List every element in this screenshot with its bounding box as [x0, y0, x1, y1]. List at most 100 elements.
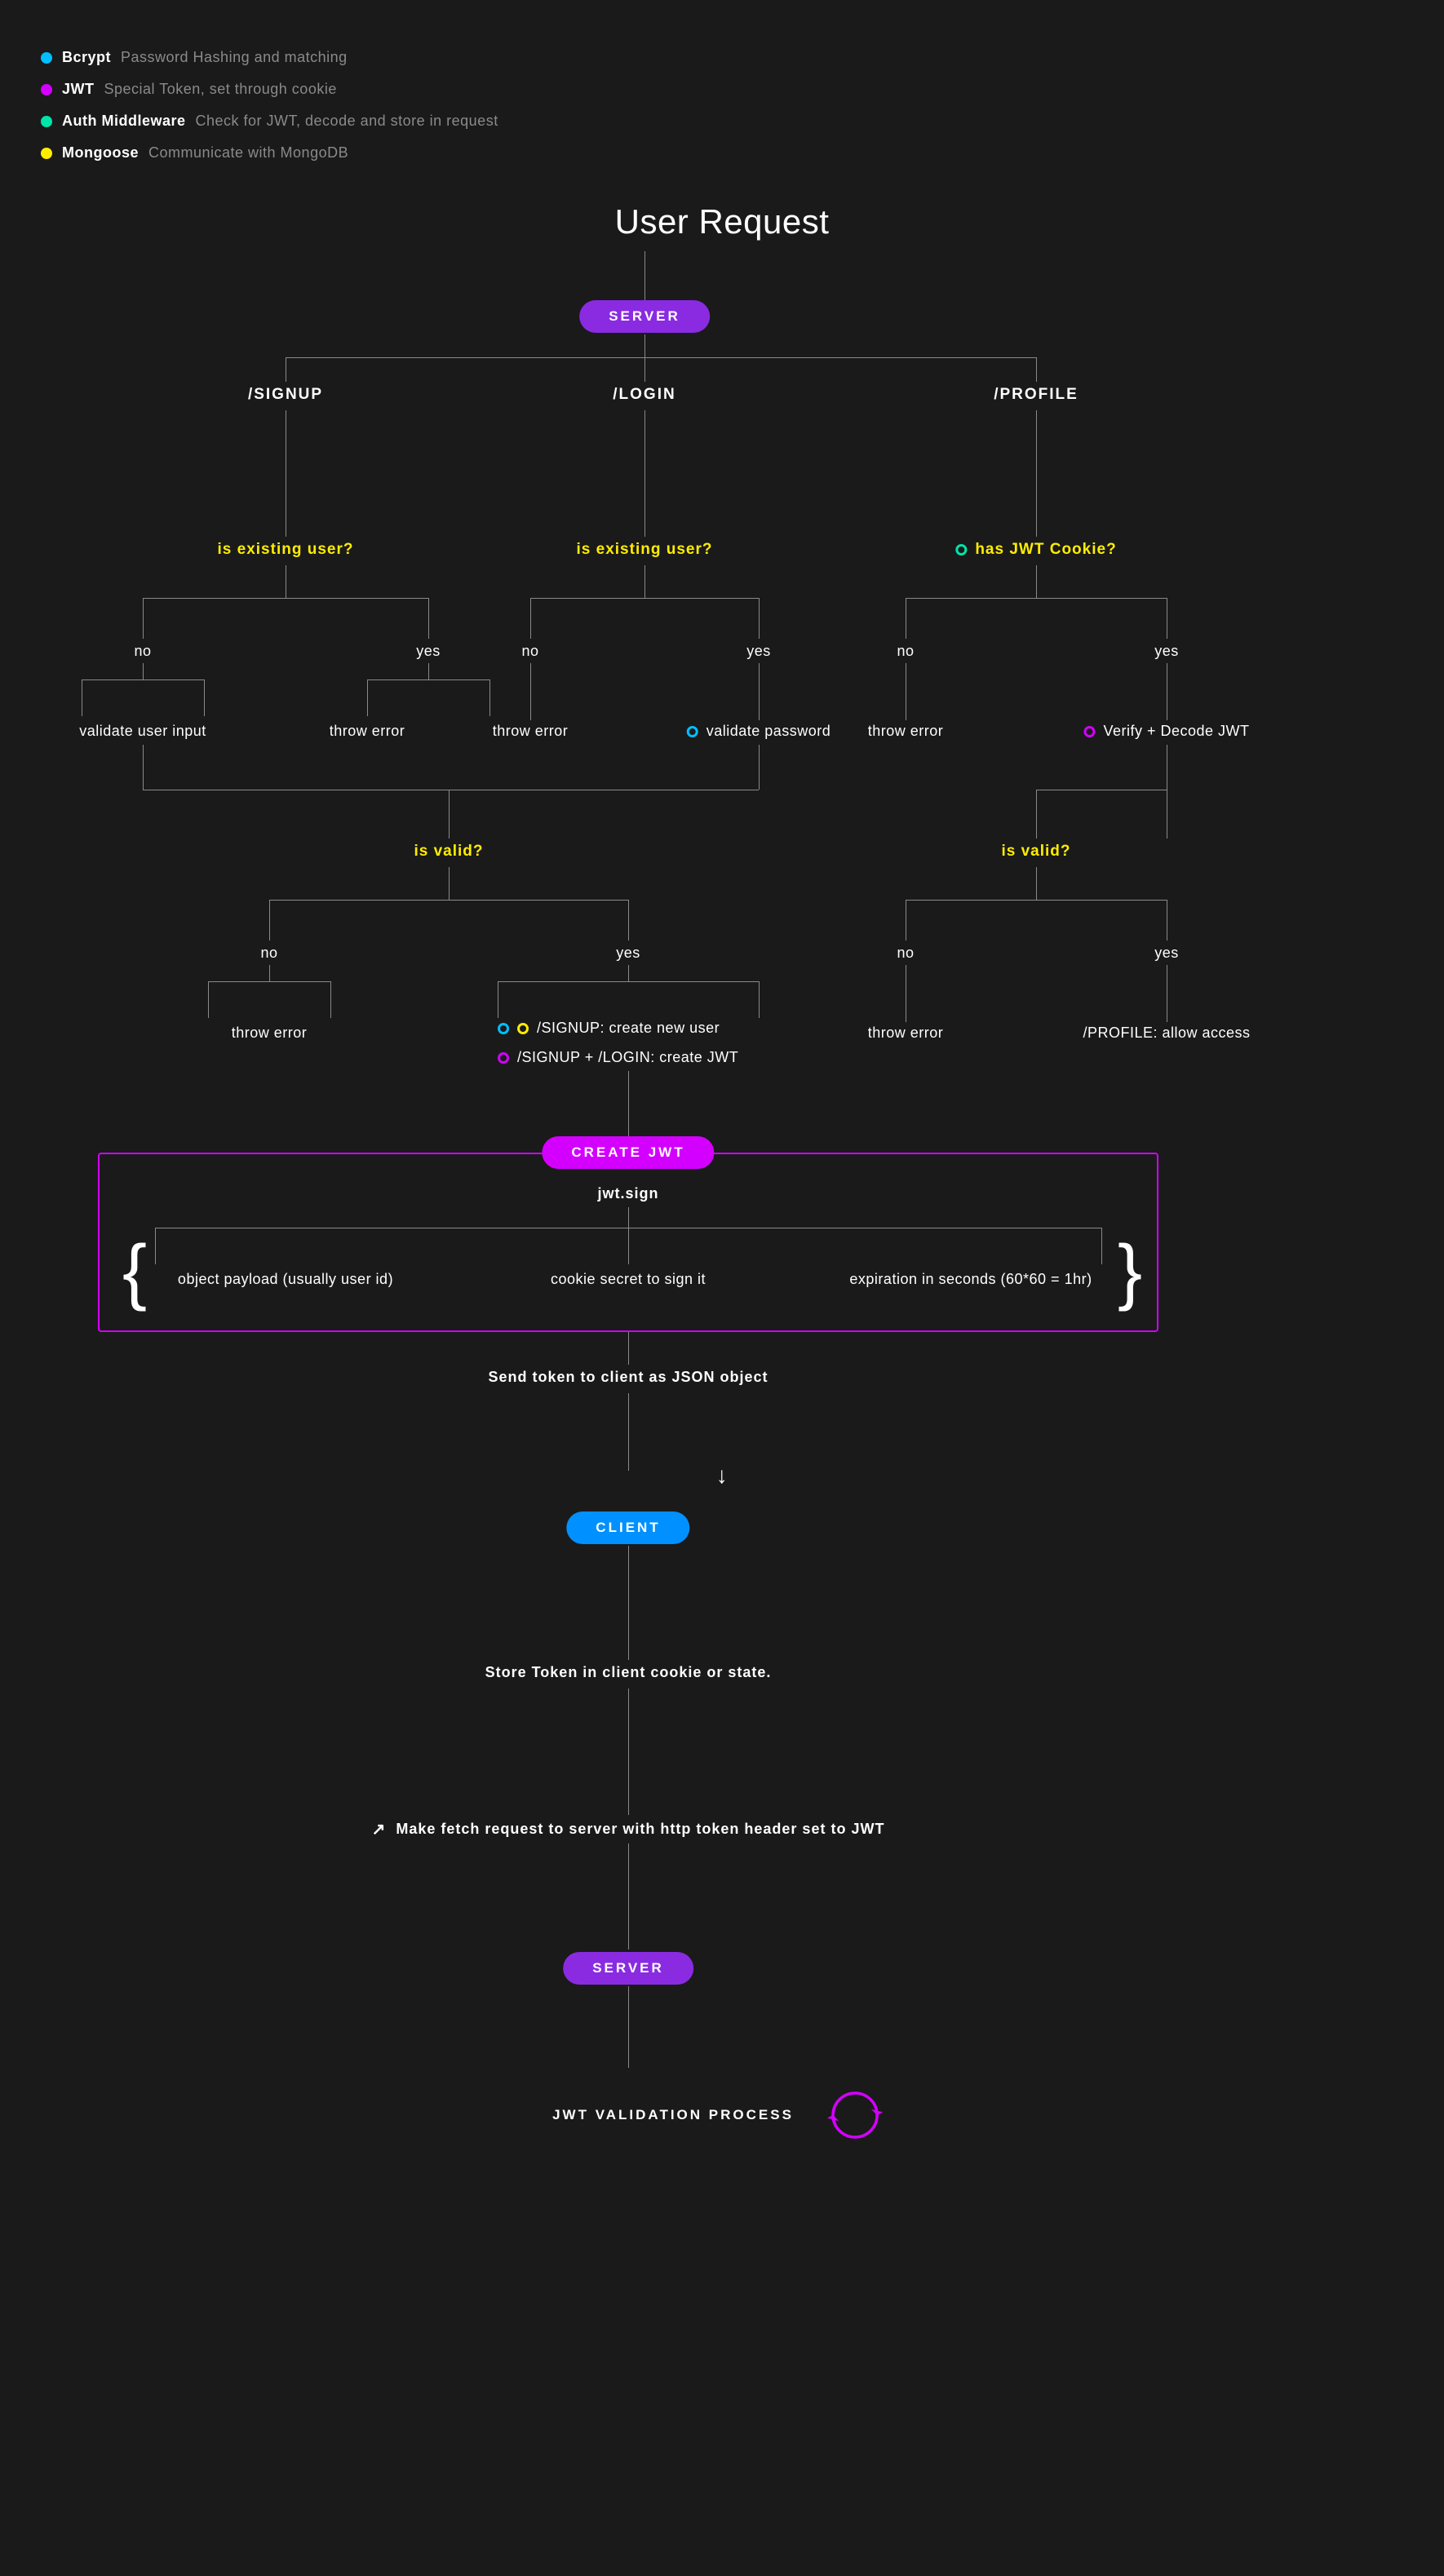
- connector-line: [628, 1332, 629, 1365]
- dot-icon: [41, 148, 52, 159]
- server-pill: SERVER: [563, 1952, 693, 1985]
- action-verify-jwt: Verify + Decode JWT: [1083, 723, 1249, 740]
- step-fetch-request: ↗Make fetch request to server with http …: [372, 1819, 885, 1839]
- action-throw-error: throw error: [868, 723, 944, 740]
- connector-line: [498, 981, 759, 982]
- answer-no: no: [521, 643, 538, 660]
- answer-no: no: [134, 643, 151, 660]
- legend-item: Auth Middleware Check for JWT, decode an…: [41, 113, 1403, 130]
- connector-line: [530, 663, 531, 720]
- jwt-secret: cookie secret to sign it: [551, 1271, 706, 1288]
- connector-line: [530, 598, 759, 599]
- create-jwt-pill: CREATE JWT: [542, 1136, 714, 1169]
- cycle-text: JWT VALIDATION PROCESS: [552, 2107, 794, 2123]
- ring-icon: [498, 1023, 509, 1034]
- ring-icon: [1083, 726, 1095, 737]
- action-login-create: /SIGNUP + /LOGIN: create JWT: [498, 1049, 738, 1066]
- answer-yes: yes: [746, 643, 771, 660]
- route-signup: /SIGNUP: [248, 386, 323, 404]
- connector-line: [143, 598, 428, 599]
- connector-line: [367, 679, 489, 680]
- connector-line: [286, 357, 1036, 358]
- jwt-sign: jwt.sign: [598, 1185, 659, 1202]
- legend: Bcrypt Password Hashing and matching JWT…: [41, 49, 1403, 162]
- question-text: is existing user?: [218, 541, 354, 559]
- question-is-valid: is valid?: [414, 843, 483, 861]
- dot-icon: [41, 52, 52, 64]
- connector-line: [1036, 357, 1037, 382]
- answer-yes: yes: [1154, 643, 1179, 660]
- flowchart: User Request SERVER /SIGNUP /LOGIN /PROF…: [41, 202, 1403, 2527]
- action-throw-error: throw error: [330, 723, 405, 740]
- cycle-arrows-icon: [818, 2078, 892, 2152]
- brace-close-icon: }: [1118, 1230, 1143, 1314]
- connector-line: [1036, 410, 1037, 537]
- question-is-valid: is valid?: [1001, 843, 1070, 861]
- legend-desc: Communicate with MongoDB: [148, 144, 348, 162]
- connector-line: [628, 900, 629, 941]
- connector-line: [155, 1228, 156, 1264]
- action-throw-error: throw error: [868, 1025, 944, 1042]
- connector-line: [759, 598, 760, 639]
- legend-item: JWT Special Token, set through cookie: [41, 81, 1403, 98]
- connector-line: [204, 679, 205, 716]
- connector-line: [906, 598, 1167, 599]
- client-pill: CLIENT: [566, 1512, 689, 1544]
- connector-line: [1036, 790, 1037, 839]
- connector-line: [628, 1689, 629, 1815]
- connector-line: [530, 598, 531, 639]
- action-text: Verify + Decode JWT: [1103, 723, 1249, 740]
- diagram-title: User Request: [615, 202, 830, 241]
- ring-icon: [517, 1023, 529, 1034]
- connector-line: [208, 981, 330, 982]
- answer-yes: yes: [616, 945, 640, 962]
- connector-line: [759, 663, 760, 720]
- action-text: /SIGNUP + /LOGIN: create JWT: [517, 1049, 738, 1066]
- connector-line: [269, 965, 270, 981]
- answer-no: no: [260, 945, 277, 962]
- connector-line: [759, 981, 760, 1018]
- answer-no: no: [897, 643, 914, 660]
- dot-icon: [41, 84, 52, 95]
- question-has-jwt: has JWT Cookie?: [955, 541, 1116, 559]
- connector-line: [269, 900, 270, 941]
- action-profile-allow: /PROFILE: allow access: [1083, 1025, 1250, 1042]
- legend-desc: Password Hashing and matching: [121, 49, 348, 66]
- legend-desc: Check for JWT, decode and store in reque…: [196, 113, 498, 130]
- jwt-expiration: expiration in seconds (60*60 = 1hr): [849, 1271, 1092, 1288]
- connector-line: [628, 1546, 629, 1660]
- step-text: Make fetch request to server with http t…: [396, 1821, 884, 1838]
- step-send-token: Send token to client as JSON object: [488, 1369, 768, 1386]
- action-validate-input: validate user input: [79, 723, 206, 740]
- connector-line: [644, 251, 645, 300]
- connector-line: [330, 981, 331, 1018]
- legend-item: Mongoose Communicate with MongoDB: [41, 144, 1403, 162]
- connector-line: [82, 679, 204, 680]
- answer-yes: yes: [1154, 945, 1179, 962]
- legend-desc: Special Token, set through cookie: [104, 81, 337, 98]
- jwt-validation-cycle: JWT VALIDATION PROCESS: [552, 2078, 892, 2152]
- connector-line: [489, 679, 490, 716]
- server-pill: SERVER: [579, 300, 710, 333]
- step-store-token: Store Token in client cookie or state.: [485, 1664, 772, 1681]
- connector-line: [759, 745, 760, 790]
- connector-line: [143, 745, 144, 790]
- answer-yes: yes: [416, 643, 441, 660]
- legend-name: Auth Middleware: [62, 113, 186, 130]
- connector-line: [628, 1228, 629, 1264]
- legend-name: JWT: [62, 81, 95, 98]
- question-existing-user: is existing user?: [218, 541, 354, 559]
- question-text: is existing user?: [577, 541, 713, 559]
- legend-name: Mongoose: [62, 144, 139, 162]
- connector-line: [644, 410, 645, 537]
- ring-icon: [498, 1052, 509, 1064]
- action-signup-create: /SIGNUP: create new user: [498, 1020, 720, 1037]
- connector-line: [906, 900, 1167, 901]
- question-text: has JWT Cookie?: [975, 541, 1116, 559]
- connector-line: [644, 565, 645, 598]
- connector-line: [628, 1393, 629, 1471]
- connector-line: [143, 663, 144, 679]
- ring-icon: [955, 544, 967, 555]
- connector-line: [449, 867, 450, 900]
- route-profile: /PROFILE: [994, 386, 1079, 404]
